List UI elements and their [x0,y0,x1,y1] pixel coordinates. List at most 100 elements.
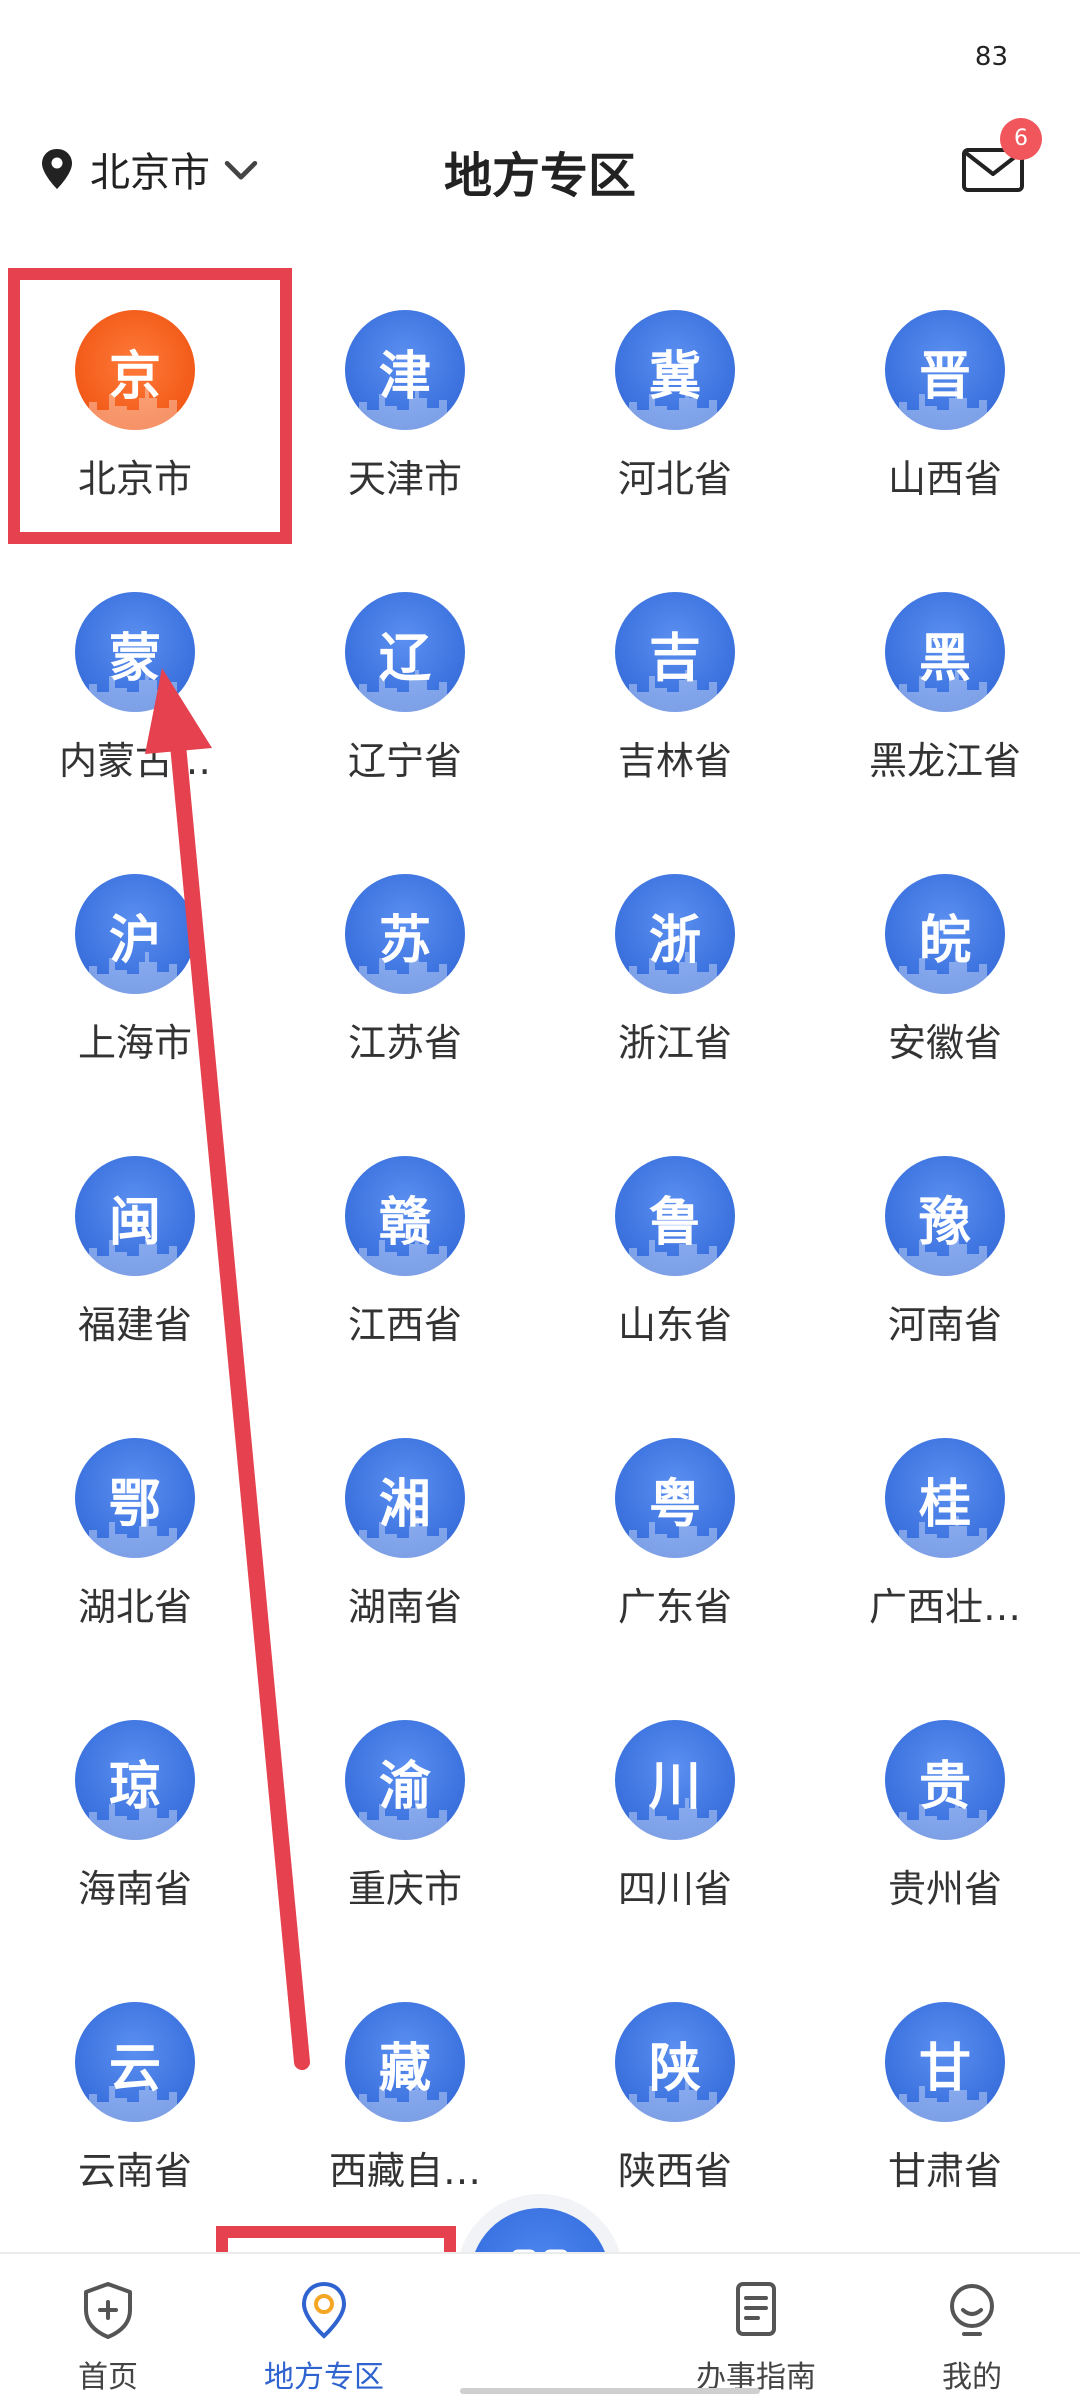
region-emblem-icon: 藏 [345,2002,465,2122]
tab-mine[interactable]: 我的 [864,2254,1080,2400]
mail-button[interactable]: 6 [962,118,1042,196]
region-glyph: 鄂 [108,1475,161,1535]
region-glyph: 琼 [108,1757,161,1817]
document-guide-icon [736,2282,776,2336]
region-item[interactable]: 辽辽宁省 [270,552,540,832]
region-item[interactable]: 黑黑龙江省 [810,552,1080,832]
region-item[interactable]: 粤广东省 [540,1398,810,1678]
region-emblem-icon: 蒙 [75,592,195,712]
region-item[interactable]: 渝重庆市 [270,1680,540,1960]
region-item[interactable]: 蒙内蒙古… [0,552,270,832]
region-glyph: 津 [378,347,431,407]
bottom-tab-bar: 首页 地方专区 办事指南 我的 [0,2252,1080,2400]
region-item[interactable]: 桂广西壮… [810,1398,1080,1678]
status-indicator: 83 [974,42,1008,72]
region-label: 贵州省 [887,1867,1002,1911]
region-label: 重庆市 [347,1867,462,1911]
region-emblem-icon: 鲁 [615,1156,735,1276]
tab-local-zone[interactable]: 地方专区 [216,2254,432,2400]
region-item[interactable]: 藏西藏自… [270,1962,540,2242]
region-label: 吉林省 [617,739,732,783]
region-glyph: 赣 [378,1193,431,1253]
notification-badge: 6 [1000,118,1042,160]
region-emblem-icon: 黑 [885,592,1005,712]
region-emblem-icon: 渝 [345,1720,465,1840]
region-label: 河南省 [887,1303,1002,1347]
region-label: 云南省 [77,2149,192,2193]
region-item[interactable]: 湘湖南省 [270,1398,540,1678]
region-glyph: 粤 [648,1475,701,1535]
region-glyph: 云 [108,2039,161,2099]
region-item[interactable]: 吉吉林省 [540,552,810,832]
region-item[interactable]: 沪上海市 [0,834,270,1114]
region-emblem-icon: 闽 [75,1156,195,1276]
region-glyph: 浙 [648,911,701,971]
region-item[interactable]: 陕陕西省 [540,1962,810,2242]
region-glyph: 闽 [108,1193,161,1253]
region-emblem-icon: 云 [75,2002,195,2122]
region-item[interactable]: 鲁山东省 [540,1116,810,1396]
region-item[interactable]: 京北京市 [0,270,270,550]
region-item[interactable]: 闽福建省 [0,1116,270,1396]
region-label: 湖北省 [77,1585,192,1629]
region-label: 浙江省 [617,1021,732,1065]
region-glyph: 皖 [918,911,971,971]
region-item[interactable]: 皖安徽省 [810,834,1080,1114]
region-item[interactable]: 津天津市 [270,270,540,550]
region-item[interactable]: 冀河北省 [540,270,810,550]
tab-label: 首页 [78,2360,138,2395]
tab-guide[interactable]: 办事指南 [648,2254,864,2400]
region-glyph: 吉 [648,629,701,689]
region-emblem-icon: 辽 [345,592,465,712]
region-emblem-icon: 琼 [75,1720,195,1840]
region-label: 江西省 [347,1303,462,1347]
region-glyph: 桂 [918,1475,971,1535]
region-emblem-icon: 川 [615,1720,735,1840]
region-emblem-icon: 陕 [615,2002,735,2122]
region-item[interactable]: 鄂湖北省 [0,1398,270,1678]
region-glyph: 甘 [918,2039,971,2099]
region-label: 山西省 [887,457,1002,501]
region-glyph: 川 [648,1757,701,1817]
region-glyph: 豫 [918,1193,971,1253]
region-glyph: 蒙 [108,629,161,689]
user-smile-icon [950,2284,994,2336]
region-glyph: 藏 [378,2039,431,2099]
region-item[interactable]: 赣江西省 [270,1116,540,1396]
region-emblem-icon: 湘 [345,1438,465,1558]
tab-home[interactable]: 首页 [0,2254,216,2400]
region-item[interactable]: 贵贵州省 [810,1680,1080,1960]
region-glyph: 晋 [918,347,971,407]
region-glyph: 渝 [378,1757,431,1817]
location-pin-icon [301,2281,347,2339]
region-item[interactable]: 甘甘肃省 [810,1962,1080,2242]
region-label: 江苏省 [347,1021,462,1065]
region-label: 上海市 [77,1021,192,1065]
region-item[interactable]: 晋山西省 [810,270,1080,550]
region-item[interactable]: 苏江苏省 [270,834,540,1114]
status-bar: 83 [0,0,1080,110]
tab-label: 地方专区 [264,2360,384,2395]
region-item[interactable]: 豫河南省 [810,1116,1080,1396]
region-emblem-icon: 赣 [345,1156,465,1276]
region-emblem-icon: 皖 [885,874,1005,994]
region-emblem-icon: 豫 [885,1156,1005,1276]
region-item[interactable]: 浙浙江省 [540,834,810,1114]
region-item[interactable]: 琼海南省 [0,1680,270,1960]
region-emblem-icon: 京 [75,310,195,430]
region-label: 西藏自… [328,2149,481,2193]
region-label: 天津市 [347,457,462,501]
region-glyph: 黑 [918,629,971,689]
region-label: 山东省 [617,1303,732,1347]
region-emblem-icon: 沪 [75,874,195,994]
region-label: 内蒙古… [58,739,211,783]
region-label: 黑龙江省 [868,739,1021,783]
page-title: 地方专区 [443,148,636,204]
region-item[interactable]: 云云南省 [0,1962,270,2242]
region-glyph: 辽 [378,629,431,689]
region-glyph: 苏 [378,911,431,971]
region-item[interactable]: 川四川省 [540,1680,810,1960]
region-glyph: 鲁 [648,1193,701,1253]
region-emblem-icon: 吉 [615,592,735,712]
region-label: 海南省 [77,1867,192,1911]
